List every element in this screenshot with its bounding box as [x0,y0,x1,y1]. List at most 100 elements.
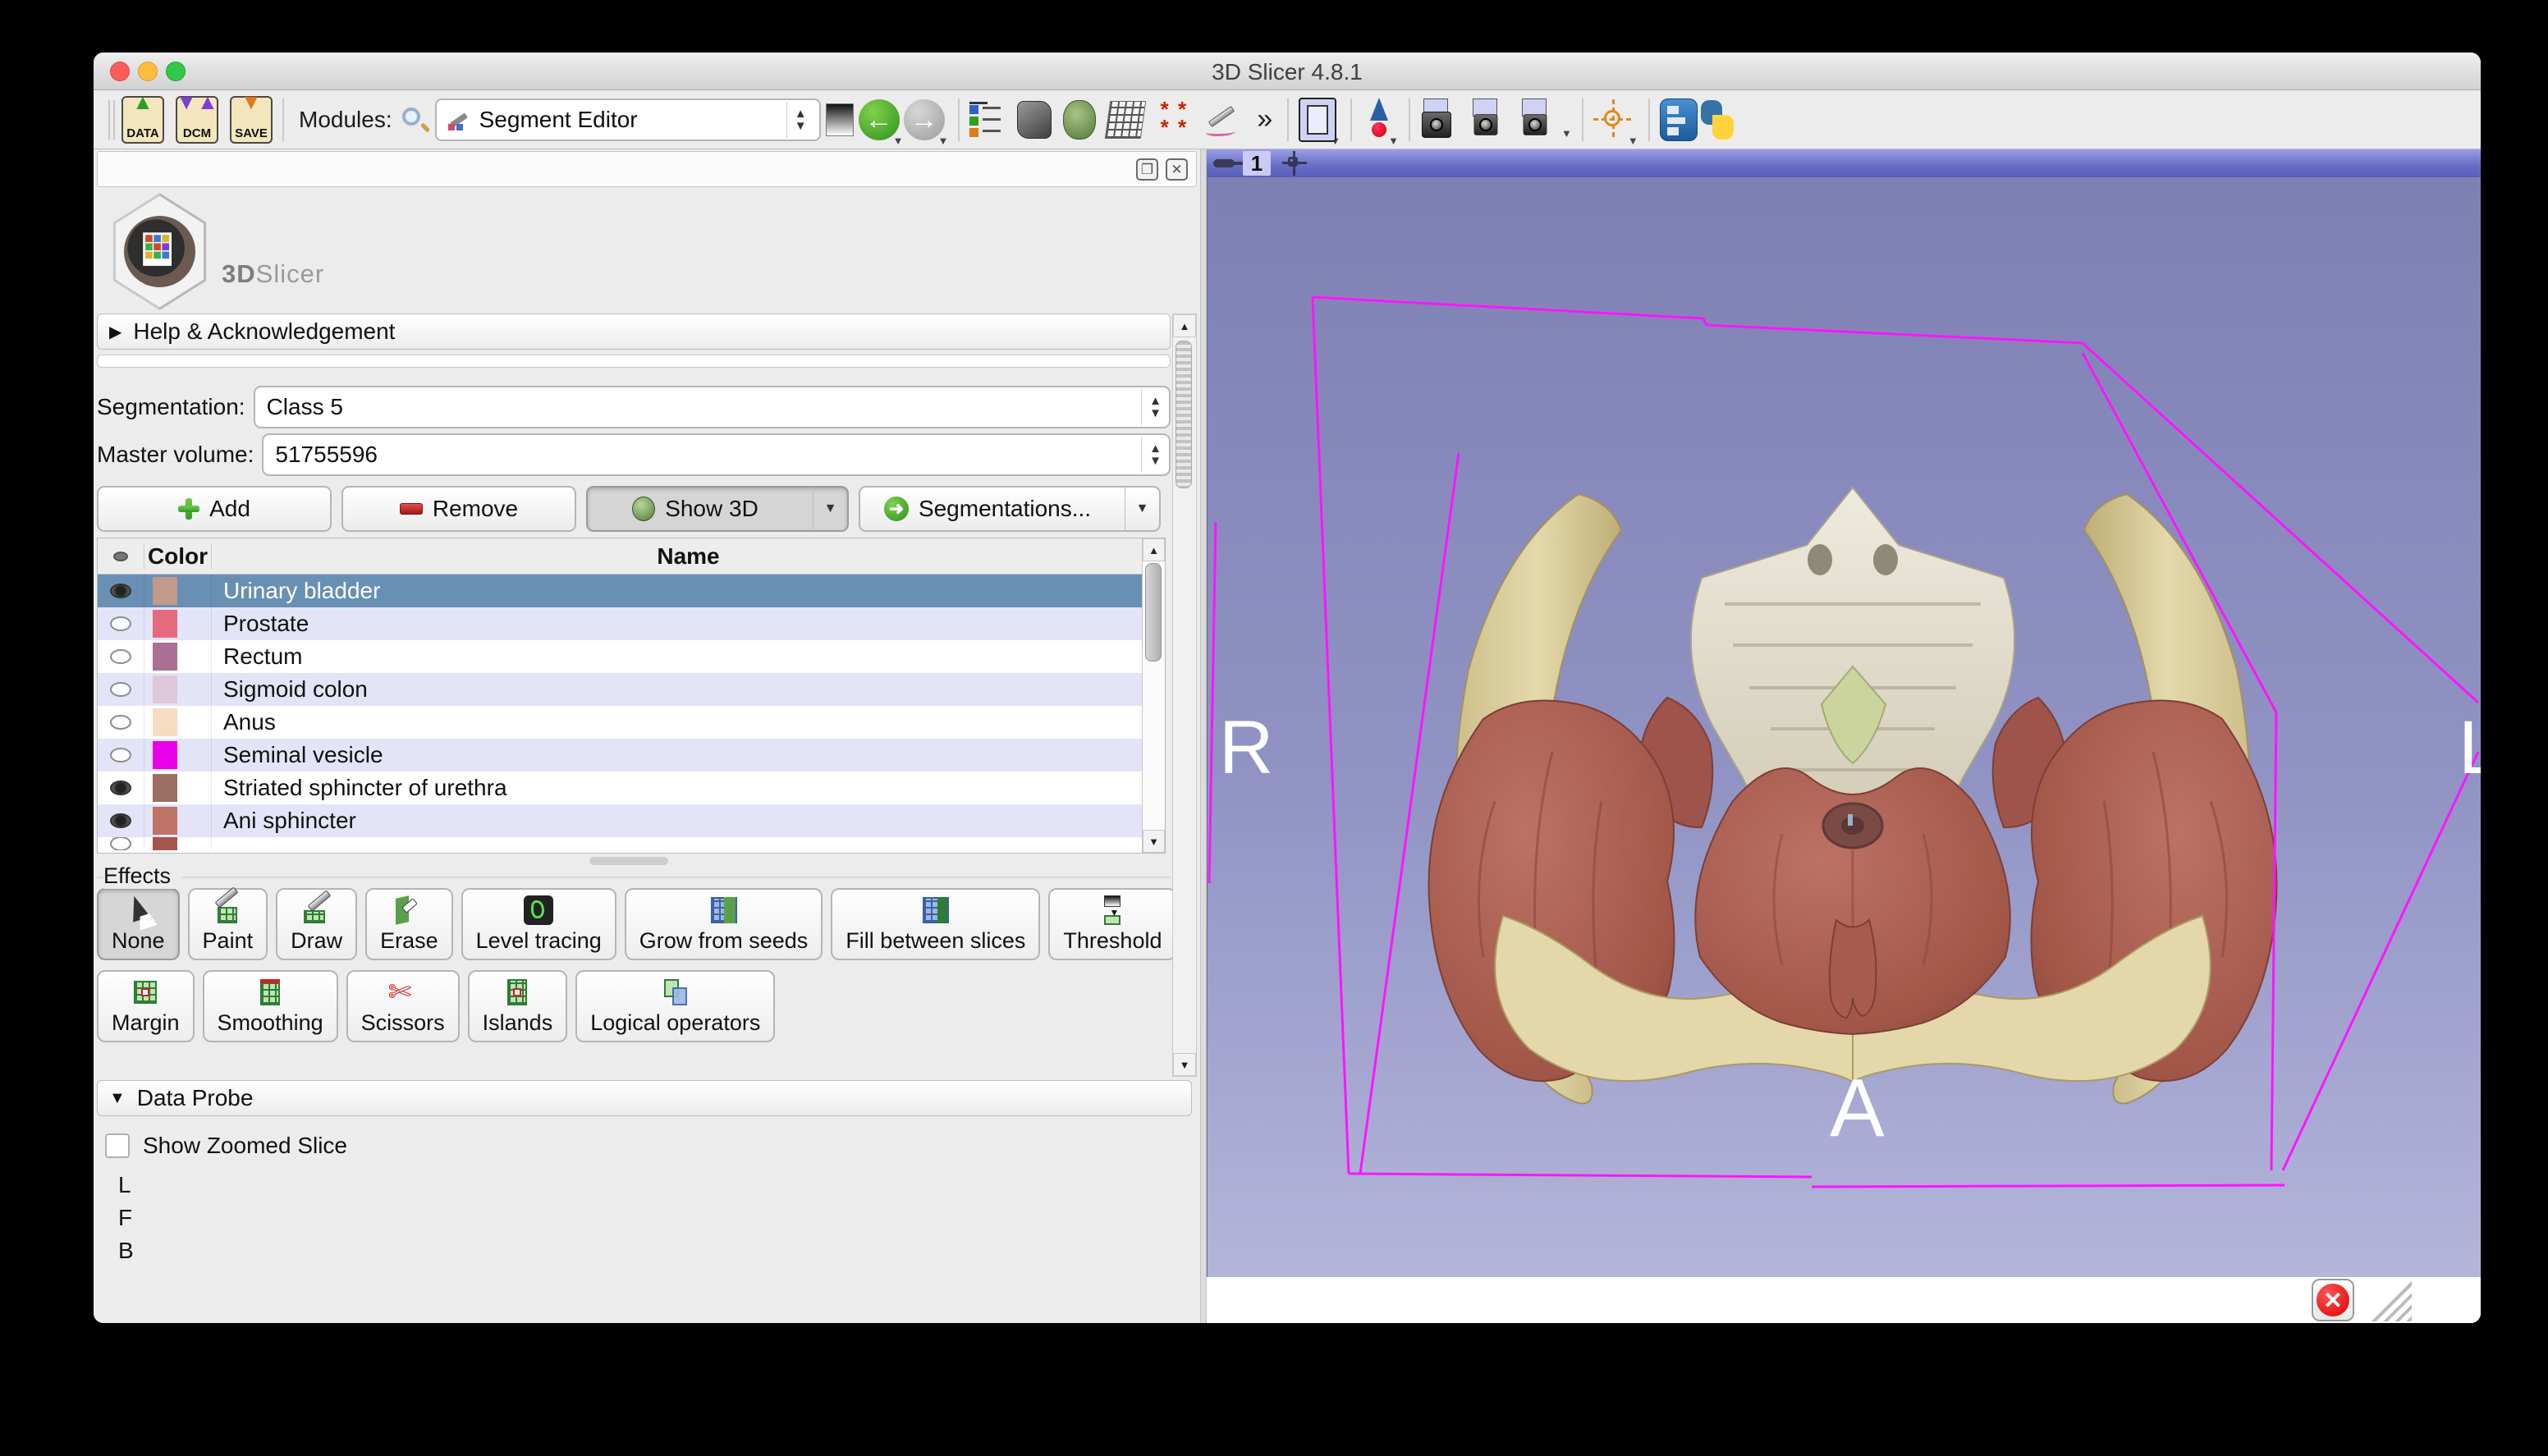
dicom-button[interactable]: ▼▲ DCM [176,96,218,144]
scroll-down-icon[interactable]: ▼ [1143,830,1165,853]
help-acknowledgement-section[interactable]: ▶ Help & Acknowledgement [97,314,1171,350]
table-resize-handle[interactable] [589,857,668,865]
title-bar[interactable]: 3D Slicer 4.8.1 [94,53,2481,90]
transforms-module-icon[interactable] [1105,101,1146,139]
master-volume-selector[interactable]: 51755596 ▲▼ [262,433,1171,476]
visibility-toggle-icon[interactable] [110,837,131,850]
favorite-modules-icon[interactable] [969,100,1006,140]
table-row[interactable] [98,837,1165,850]
table-scrollbar-thumb[interactable] [1145,563,1162,662]
view-controller-icon[interactable] [1282,151,1307,176]
master-volume-spinner[interactable]: ▲▼ [1141,437,1169,473]
remove-segment-button[interactable]: Remove [341,486,576,532]
crosshair-button[interactable] [1593,99,1634,140]
markups-module-icon[interactable]: * ** * [1155,100,1193,140]
segment-color-swatch[interactable] [153,708,177,736]
segment-color-swatch[interactable] [153,774,177,802]
effect-fill-between-slices-button[interactable]: Fill between slices [831,888,1040,960]
table-row[interactable]: Sigmoid colon [98,673,1165,706]
segment-color-swatch[interactable] [153,577,177,605]
segmentation-selector[interactable]: Class 5 ▲▼ [254,386,1171,428]
effect-none-button[interactable]: None [97,888,180,960]
scene-view-capture-button[interactable] [1469,98,1507,141]
segment-color-swatch[interactable] [153,610,177,638]
effect-islands-button[interactable]: Islands [468,970,568,1042]
effect-grow-from-seeds-button[interactable]: Grow from seeds [625,888,823,960]
segment-color-swatch[interactable] [153,741,177,769]
show-3d-button[interactable]: Show 3D ▼ [586,486,849,532]
close-panel-icon[interactable]: ✕ [1166,158,1188,181]
toolbar-drag-handle[interactable] [108,100,115,140]
visibility-toggle-icon[interactable] [110,649,131,664]
scene-view-restore-button[interactable] [1519,98,1556,141]
extensions-manager-icon[interactable] [1660,98,1698,141]
pin-icon[interactable] [1213,159,1235,167]
visibility-toggle-icon[interactable] [110,748,131,762]
table-row[interactable]: Seminal vesicle [98,739,1165,771]
module-search-icon[interactable] [401,106,428,134]
segment-color-swatch[interactable] [153,643,177,671]
models-module-icon[interactable] [1017,101,1052,139]
effect-logical-operators-button[interactable]: Logical operators [575,970,775,1042]
toolbar-overflow-button[interactable]: » [1257,103,1272,135]
module-selector[interactable]: Segment Editor ▲▼ [435,98,821,141]
scroll-down-icon[interactable]: ▼ [1173,1053,1196,1076]
mouse-interaction-mode-button[interactable] [1362,98,1395,142]
module-spinner[interactable]: ▲▼ [786,102,814,138]
effect-erase-button[interactable]: Erase [365,888,453,960]
table-row[interactable]: Urinary bladder [98,575,1165,607]
volume-rendering-icon[interactable] [1063,100,1096,140]
scroll-up-icon[interactable]: ▲ [1173,314,1196,337]
visibility-toggle-icon[interactable] [110,781,131,795]
visibility-toggle-icon[interactable] [110,616,131,631]
load-data-button[interactable]: ▲ DATA [121,96,164,144]
effect-level-tracing-button[interactable]: Level tracing [461,888,616,960]
module-history-icon[interactable] [826,103,854,136]
segmentation-spinner[interactable]: ▲▼ [1141,389,1169,425]
screenshot-button[interactable] [1420,98,1458,141]
segmentations-button[interactable]: ➜ Segmentations... ▼ [859,486,1161,532]
table-row[interactable]: Striated sphincter of urethra [98,771,1165,804]
close-view-button[interactable]: ✕ [2312,1279,2354,1321]
layout-selector-button[interactable] [1299,98,1336,142]
threed-view-header[interactable]: 1 [1207,149,2481,177]
module-back-button[interactable]: ← [859,99,900,140]
module-forward-button[interactable]: → [904,99,945,140]
data-probe-section[interactable]: ▼ Data Probe [97,1080,1192,1116]
visibility-toggle-icon[interactable] [110,682,131,697]
segment-table[interactable]: Color Name Urinary bladder Prostate [97,538,1166,854]
forward-dropdown-icon[interactable]: ▼ [938,135,949,147]
segment-color-swatch[interactable] [153,837,177,850]
segmentations-dropdown-icon[interactable]: ▼ [1125,488,1159,530]
panel-view-splitter[interactable] [1200,149,1207,1323]
effect-draw-button[interactable]: Draw [276,888,357,960]
undock-panel-icon[interactable]: ❐ [1136,158,1158,181]
segment-color-swatch[interactable] [153,675,177,703]
scene-view-dropdown-icon[interactable]: ▼ [1561,127,1572,140]
python-console-icon[interactable] [1698,98,1737,141]
effect-margin-button[interactable]: Margin [97,970,195,1042]
scroll-up-icon[interactable]: ▲ [1143,538,1165,561]
table-row[interactable]: Anus [98,706,1165,739]
back-dropdown-icon[interactable]: ▼ [893,135,904,147]
effect-threshold-button[interactable]: ▼ Threshold [1048,888,1176,960]
visibility-toggle-icon[interactable] [110,813,131,828]
annotations-module-icon[interactable] [1204,100,1240,140]
visibility-toggle-icon[interactable] [110,584,131,598]
panel-scrollbar[interactable]: ▲ ▼ [1172,314,1197,1077]
show-3d-dropdown-icon[interactable]: ▼ [813,488,847,530]
window-resize-grip[interactable] [2371,1280,2412,1321]
threed-viewport[interactable]: R L A [1207,177,2481,1277]
effect-scissors-button[interactable]: ✄ Scissors [346,970,460,1042]
panel-dock-header[interactable]: ❐ ✕ [97,151,1197,187]
panel-scrollbar-thumb[interactable] [1175,341,1192,488]
visibility-toggle-icon[interactable] [110,715,131,730]
table-row[interactable]: Prostate [98,607,1165,640]
add-segment-button[interactable]: Add [97,486,332,532]
table-row[interactable]: Ani sphincter [98,804,1165,837]
segment-color-swatch[interactable] [153,807,177,835]
effect-paint-button[interactable]: Paint [188,888,268,960]
show-zoomed-slice-checkbox[interactable] [105,1133,130,1158]
table-row[interactable]: Rectum [98,640,1165,673]
save-button[interactable]: ▼ SAVE [230,96,273,144]
